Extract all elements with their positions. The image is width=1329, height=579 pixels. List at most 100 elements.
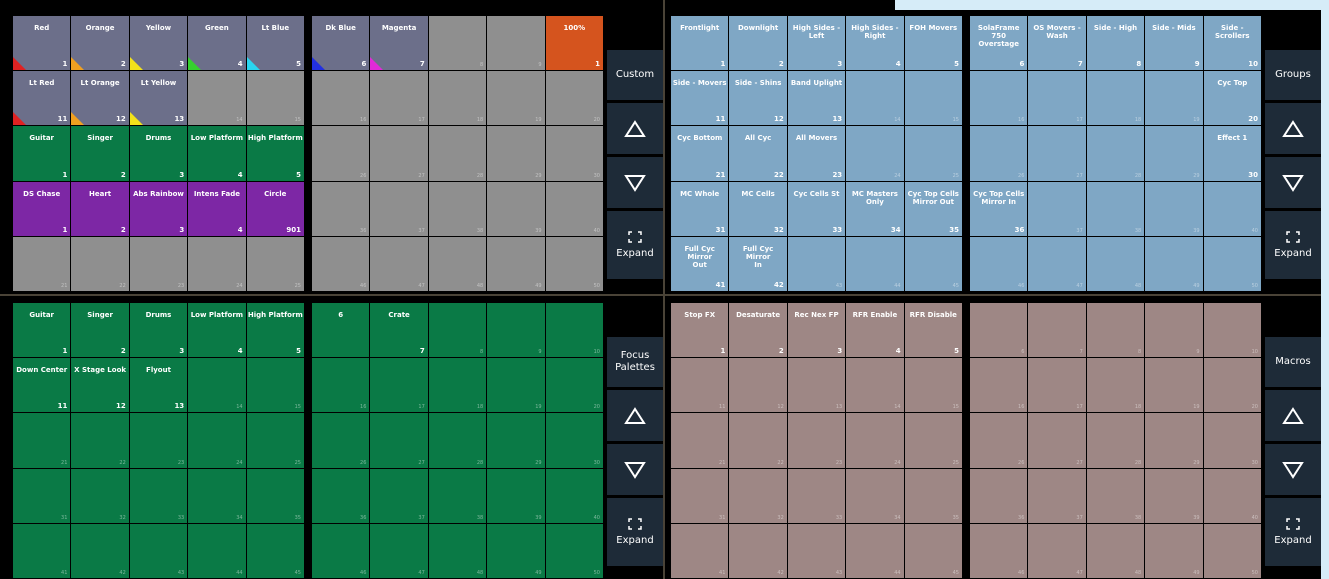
groups-tile[interactable]: Effect 1 30 bbox=[1203, 126, 1261, 181]
groups-tile[interactable]: Downlight 2 bbox=[729, 16, 787, 71]
macros-tile[interactable]: 15 bbox=[904, 358, 962, 413]
groups-tile[interactable]: Side - Mids 9 bbox=[1145, 16, 1203, 71]
focus-tile[interactable]: 50 bbox=[545, 523, 603, 578]
focus-tile[interactable]: 44 bbox=[188, 523, 246, 578]
focus-tile[interactable]: 18 bbox=[428, 358, 487, 413]
expand-button[interactable]: Expand bbox=[607, 498, 663, 566]
focus-tile[interactable]: 30 bbox=[545, 413, 603, 468]
custom-tile[interactable]: 19 bbox=[487, 71, 545, 126]
focus-tile[interactable]: 45 bbox=[246, 523, 304, 578]
macros-tile[interactable]: RFR Enable 4 bbox=[846, 303, 904, 358]
custom-tile[interactable]: Drums 3 bbox=[129, 126, 188, 181]
groups-tile[interactable]: Side - Movers 11 bbox=[671, 71, 729, 126]
groups-tile[interactable]: 48 bbox=[1086, 236, 1145, 291]
macros-tile[interactable]: 29 bbox=[1145, 413, 1203, 468]
custom-tile[interactable]: 23 bbox=[129, 236, 188, 291]
custom-tile[interactable]: 46 bbox=[312, 236, 370, 291]
macros-tile[interactable]: 45 bbox=[904, 523, 962, 578]
groups-tile[interactable]: 19 bbox=[1145, 71, 1203, 126]
custom-tile[interactable]: 48 bbox=[428, 236, 487, 291]
focus-tile[interactable]: Guitar 1 bbox=[13, 303, 71, 358]
custom-tile[interactable]: Abs Rainbow 3 bbox=[129, 181, 188, 236]
groups-tile[interactable]: 17 bbox=[1028, 71, 1086, 126]
groups-tile[interactable]: Frontlight 1 bbox=[671, 16, 729, 71]
expand-button[interactable]: Expand bbox=[1265, 211, 1321, 279]
groups-tile[interactable]: All Movers 23 bbox=[787, 126, 846, 181]
macros-tile[interactable]: 11 bbox=[671, 358, 729, 413]
macros-tile[interactable]: 17 bbox=[1028, 358, 1086, 413]
macros-tile[interactable]: 18 bbox=[1086, 358, 1145, 413]
custom-tile[interactable]: Intens Fade 4 bbox=[188, 181, 246, 236]
focus-tile[interactable]: 43 bbox=[129, 523, 188, 578]
groups-tile[interactable]: 28 bbox=[1086, 126, 1145, 181]
groups-tile[interactable]: Cyc Top 20 bbox=[1203, 71, 1261, 126]
focus-tile[interactable]: 39 bbox=[487, 468, 545, 523]
groups-tile[interactable]: High Sides - Right 4 bbox=[846, 16, 904, 71]
groups-tile[interactable]: 29 bbox=[1145, 126, 1203, 181]
focus-tile[interactable]: High Platform 5 bbox=[246, 303, 304, 358]
groups-tile[interactable]: 45 bbox=[904, 236, 962, 291]
macros-title-button[interactable]: Macros bbox=[1265, 337, 1321, 387]
focus-tile[interactable]: Crate 7 bbox=[370, 303, 428, 358]
custom-tile[interactable]: Singer 2 bbox=[71, 126, 129, 181]
groups-tile[interactable]: Side - High 8 bbox=[1086, 16, 1145, 71]
page-down-button[interactable] bbox=[607, 157, 663, 208]
focus-tile[interactable]: Flyout 13 bbox=[129, 358, 188, 413]
focus-tile[interactable]: 34 bbox=[188, 468, 246, 523]
custom-tile[interactable]: 100% 1 bbox=[545, 16, 603, 71]
custom-tile[interactable]: 15 bbox=[246, 71, 304, 126]
custom-tile[interactable]: Lt Blue 5 bbox=[246, 16, 304, 71]
custom-tile[interactable]: DS Chase 1 bbox=[13, 181, 71, 236]
macros-tile[interactable]: 16 bbox=[970, 358, 1028, 413]
focus-tile[interactable]: 26 bbox=[312, 413, 370, 468]
focus-tile[interactable]: 47 bbox=[370, 523, 428, 578]
page-down-button[interactable] bbox=[1265, 157, 1321, 208]
custom-tile[interactable]: Lt Red 11 bbox=[13, 71, 71, 126]
macros-tile[interactable]: 6 bbox=[970, 303, 1028, 358]
custom-tile[interactable]: 26 bbox=[312, 126, 370, 181]
focus-tile[interactable]: 40 bbox=[545, 468, 603, 523]
groups-tile[interactable]: 49 bbox=[1145, 236, 1203, 291]
custom-tile[interactable]: Green 4 bbox=[188, 16, 246, 71]
groups-tile[interactable]: 50 bbox=[1203, 236, 1261, 291]
focus-tile[interactable]: 41 bbox=[13, 523, 71, 578]
focus-tile[interactable]: 38 bbox=[428, 468, 487, 523]
custom-tile[interactable]: High Platform 5 bbox=[246, 126, 304, 181]
custom-tile[interactable]: 27 bbox=[370, 126, 428, 181]
macros-tile[interactable]: 47 bbox=[1028, 523, 1086, 578]
custom-tile[interactable]: 22 bbox=[71, 236, 129, 291]
focus-tile[interactable]: 49 bbox=[487, 523, 545, 578]
groups-tile[interactable]: Cyc Top Cells Mirror Out 35 bbox=[904, 181, 962, 236]
groups-tile[interactable]: All Cyc 22 bbox=[729, 126, 787, 181]
custom-tile[interactable]: 8 bbox=[428, 16, 487, 71]
macros-tile[interactable]: 44 bbox=[846, 523, 904, 578]
macros-tile[interactable]: 40 bbox=[1203, 468, 1261, 523]
custom-tile[interactable]: 9 bbox=[487, 16, 545, 71]
groups-tile[interactable]: Band Uplight 13 bbox=[787, 71, 846, 126]
custom-tile[interactable]: Magenta 7 bbox=[370, 16, 428, 71]
custom-tile[interactable]: 39 bbox=[487, 181, 545, 236]
groups-tile[interactable]: 27 bbox=[1028, 126, 1086, 181]
custom-tile[interactable]: 25 bbox=[246, 236, 304, 291]
focus-tile[interactable]: 9 bbox=[487, 303, 545, 358]
groups-tile[interactable]: Side - Shins 12 bbox=[729, 71, 787, 126]
custom-tile[interactable]: 50 bbox=[545, 236, 603, 291]
macros-tile[interactable]: 36 bbox=[970, 468, 1028, 523]
custom-tile[interactable]: 36 bbox=[312, 181, 370, 236]
macros-tile[interactable]: 22 bbox=[729, 413, 787, 468]
macros-tile[interactable]: 50 bbox=[1203, 523, 1261, 578]
macros-tile[interactable]: 7 bbox=[1028, 303, 1086, 358]
macros-tile[interactable]: 10 bbox=[1203, 303, 1261, 358]
macros-tile[interactable]: 31 bbox=[671, 468, 729, 523]
groups-tile[interactable]: FOH Movers 5 bbox=[904, 16, 962, 71]
custom-tile[interactable]: Dk Blue 6 bbox=[312, 16, 370, 71]
focus-tile[interactable]: 14 bbox=[188, 358, 246, 413]
custom-tile[interactable]: Orange 2 bbox=[71, 16, 129, 71]
groups-tile[interactable]: 16 bbox=[970, 71, 1028, 126]
macros-tile[interactable]: Stop FX 1 bbox=[671, 303, 729, 358]
groups-tile[interactable]: 39 bbox=[1145, 181, 1203, 236]
macros-tile[interactable]: 24 bbox=[846, 413, 904, 468]
groups-tile[interactable]: Full Cyc Mirror Out 41 bbox=[671, 236, 729, 291]
macros-tile[interactable]: 39 bbox=[1145, 468, 1203, 523]
groups-tile[interactable]: Cyc Top Cells Mirror In 36 bbox=[970, 181, 1028, 236]
